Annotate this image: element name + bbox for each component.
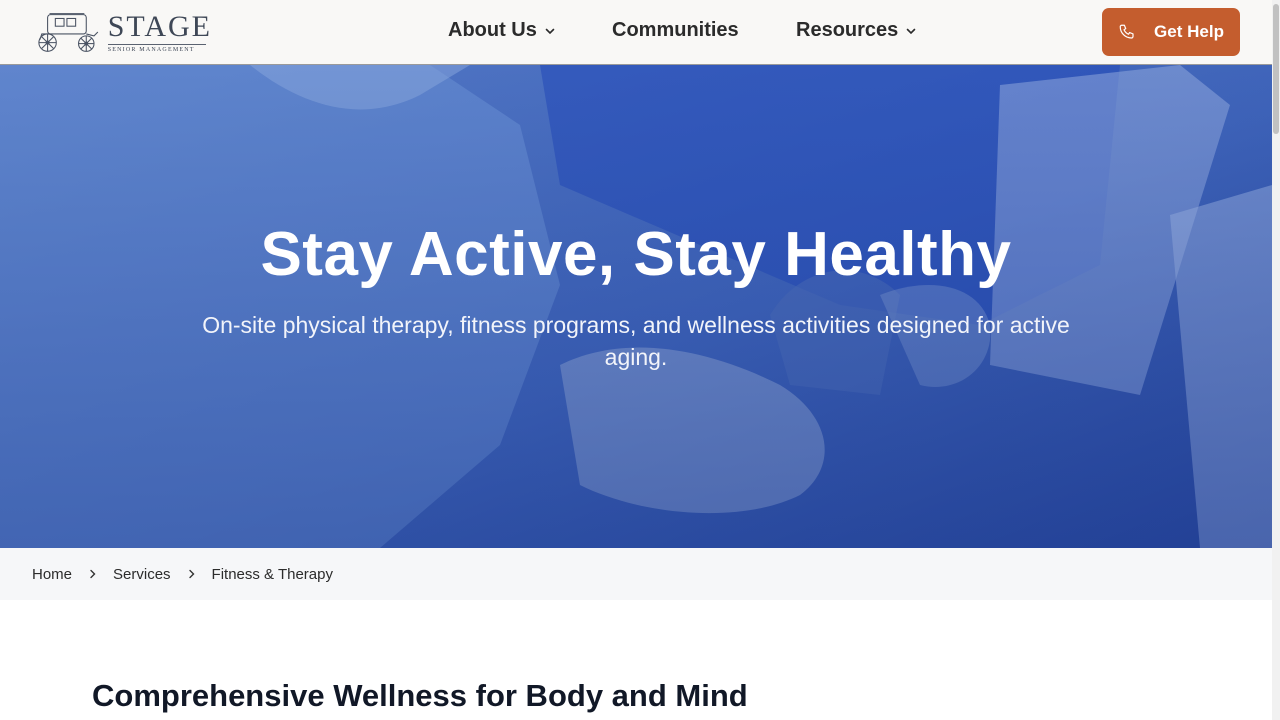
breadcrumb-current: Fitness & Therapy — [211, 565, 333, 583]
nav-resources[interactable]: Resources — [796, 19, 917, 42]
nav-about-us[interactable]: About Us — [448, 19, 556, 42]
breadcrumb-services[interactable]: Services — [113, 566, 171, 583]
breadcrumb: Home Services Fitness & Therapy — [0, 548, 1272, 600]
hero-background-image — [0, 65, 1272, 548]
section-title: Comprehensive Wellness for Body and Mind — [92, 678, 748, 713]
chevron-right-icon — [90, 569, 96, 579]
hero-banner: Stay Active, Stay Healthy On-site physic… — [0, 65, 1272, 548]
scrollbar-thumb[interactable] — [1273, 4, 1279, 134]
nav-communities-label: Communities — [612, 19, 739, 41]
logo-divider — [107, 43, 206, 45]
nav-communities[interactable]: Communities — [612, 19, 739, 42]
chevron-down-icon — [906, 28, 916, 34]
hero-title: Stay Active, Stay Healthy — [260, 220, 1012, 289]
logo-tagline: SENIOR MANAGEMENT — [107, 46, 195, 53]
page-scrollbar[interactable] — [1272, 0, 1280, 720]
nav-resources-label: Resources — [796, 19, 899, 41]
logo-wordmark: STAGE — [107, 9, 212, 43]
phone-icon — [1119, 24, 1134, 39]
chevron-down-icon — [545, 28, 555, 34]
get-help-button[interactable]: Get Help — [1102, 8, 1240, 56]
hero-subtitle: On-site physical therapy, fitness progra… — [202, 312, 1070, 370]
logo[interactable]: STAGE SENIOR MANAGEMENT — [36, 9, 212, 55]
site-header: STAGE SENIOR MANAGEMENT About Us Communi… — [0, 0, 1272, 65]
nav-about-us-label: About Us — [448, 19, 537, 41]
breadcrumb-home[interactable]: Home — [32, 566, 72, 583]
get-help-label: Get Help — [1154, 22, 1224, 41]
chevron-right-icon — [188, 569, 195, 579]
stagecoach-logo-icon — [38, 13, 99, 52]
